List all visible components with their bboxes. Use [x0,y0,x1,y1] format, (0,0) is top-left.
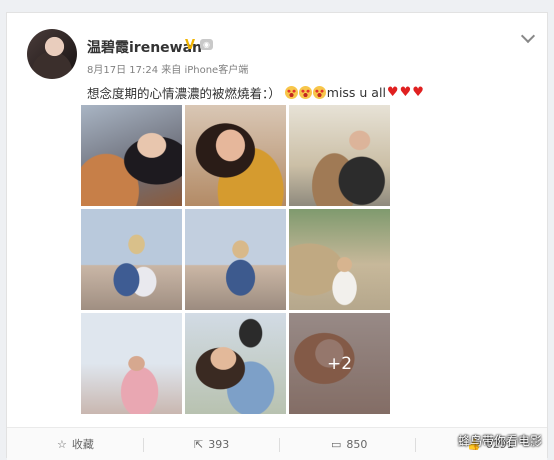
verified-icon: V [185,38,196,53]
comment-button[interactable]: ▭ 850 [331,428,367,460]
divider [279,438,280,452]
comment-icon: ▭ [331,437,342,451]
photo-thumbnail-more[interactable]: +2 [289,313,390,414]
photo-thumbnail[interactable] [185,105,286,206]
photo-thumbnail[interactable] [185,209,286,310]
post-text: 想念度期的心情濃濃的被燃燒着：） miss u all ♥ ♥ ♥ [87,83,424,102]
repost-count: 393 [208,437,230,451]
photo-thumbnail[interactable] [81,313,182,414]
heart-icon: ♥ [386,85,399,100]
heart-eyes-emoji-icon [284,86,298,99]
divider [415,438,416,452]
avatar[interactable] [27,29,77,79]
photo-thumbnail[interactable] [81,105,182,206]
chevron-down-icon[interactable] [520,28,536,44]
favorite-button[interactable]: ☆ 收藏 [57,428,94,460]
divider [143,438,144,452]
post-meta[interactable]: 8月17日 17:24 来自 iPhone客户端 [87,61,248,76]
heart-eyes-emoji-icon [298,86,312,99]
heart-icon: ♥ [412,85,424,100]
repost-button[interactable]: ⇱ 393 [194,428,229,460]
comment-count: 850 [346,437,368,451]
photo-thumbnail[interactable] [289,209,390,310]
post-text-main: 想念度期的心情濃濃的被燃燒着：） [87,86,281,101]
star-icon: ☆ [57,437,67,451]
watermark: 蜂鸟带你看电影 [458,434,543,448]
post-text-tail: miss u all [326,85,386,100]
heart-icon: ♥ [399,85,412,100]
more-photos-count[interactable]: +2 [289,313,390,414]
photo-thumbnail[interactable] [81,209,182,310]
photo-thumbnail[interactable] [289,105,390,206]
robot-badge-icon: ◉ [200,39,213,50]
photo-thumbnail[interactable] [185,313,286,414]
favorite-label: 收藏 [71,438,94,451]
repost-icon: ⇱ [194,437,204,451]
heart-eyes-emoji-icon [312,86,326,99]
weibo-post-card: 温碧霞irenewan V ◉ 8月17日 17:24 来自 iPhone客户端… [6,12,548,460]
